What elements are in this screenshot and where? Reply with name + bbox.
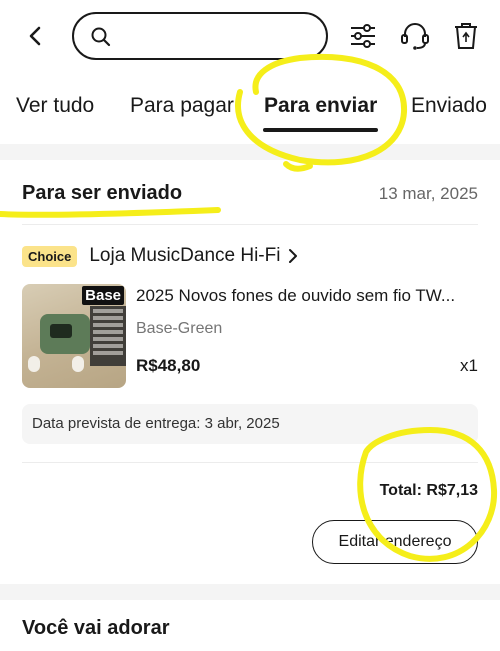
section-separator: [0, 584, 500, 600]
product-price: R$48,80: [136, 356, 201, 375]
order-status-title: Para ser enviado: [22, 182, 183, 204]
store-name: Loja MusicDance Hi-Fi: [89, 245, 281, 266]
order-total: Total: R$7,13: [379, 482, 478, 499]
product-quantity: x1: [460, 356, 478, 375]
tab-para-enviar[interactable]: Para enviar: [264, 94, 377, 118]
divider: [22, 462, 478, 463]
trash-icon: [455, 23, 477, 49]
tab-enviado[interactable]: Enviado: [411, 94, 487, 118]
order-date: 13 mar, 2025: [378, 184, 478, 203]
search-icon: [91, 27, 111, 47]
search-input[interactable]: [120, 22, 316, 50]
delivery-estimate-text: Data prevista de entrega: 3 abr, 2025: [32, 415, 280, 432]
order-tabs: Ver tudo Para pagar Para enviar Enviado: [0, 72, 500, 144]
chevron-right-icon: [288, 248, 298, 264]
filter-button[interactable]: [347, 20, 379, 52]
earbud: [28, 356, 40, 372]
order-card: Para ser enviado 13 mar, 2025 Choice Loj…: [0, 160, 500, 584]
support-button[interactable]: [399, 20, 431, 52]
product-image-label: Base: [82, 286, 124, 305]
product-image[interactable]: Base: [22, 284, 126, 388]
section-separator: [0, 144, 500, 160]
store-link[interactable]: Choice Loja MusicDance Hi-Fi: [22, 242, 298, 270]
chevron-left-icon: [29, 26, 41, 46]
back-button[interactable]: [22, 22, 50, 50]
filter-sliders-icon: [351, 24, 375, 48]
earbud: [72, 356, 84, 372]
choice-badge: Choice: [22, 245, 78, 267]
earbuds-case-screen: [50, 324, 72, 338]
headset-icon: [401, 23, 429, 50]
recommendations-title: Você vai adorar: [22, 617, 170, 639]
product-variant: Base-Green: [136, 320, 223, 337]
edit-address-button[interactable]: Editar endereço: [312, 520, 478, 564]
search-box[interactable]: [72, 12, 328, 60]
top-bar: [0, 0, 500, 72]
tab-para-pagar[interactable]: Para pagar: [130, 94, 234, 118]
divider: [22, 224, 478, 225]
delivery-estimate: Data prevista de entrega: 3 abr, 2025: [22, 404, 478, 444]
active-tab-indicator: [263, 128, 378, 132]
product-title[interactable]: 2025 Novos fones de ouvido sem fio TW...: [136, 286, 478, 306]
feature-list: [90, 306, 126, 366]
tab-ver-tudo[interactable]: Ver tudo: [16, 94, 94, 118]
delete-button[interactable]: [450, 20, 482, 52]
